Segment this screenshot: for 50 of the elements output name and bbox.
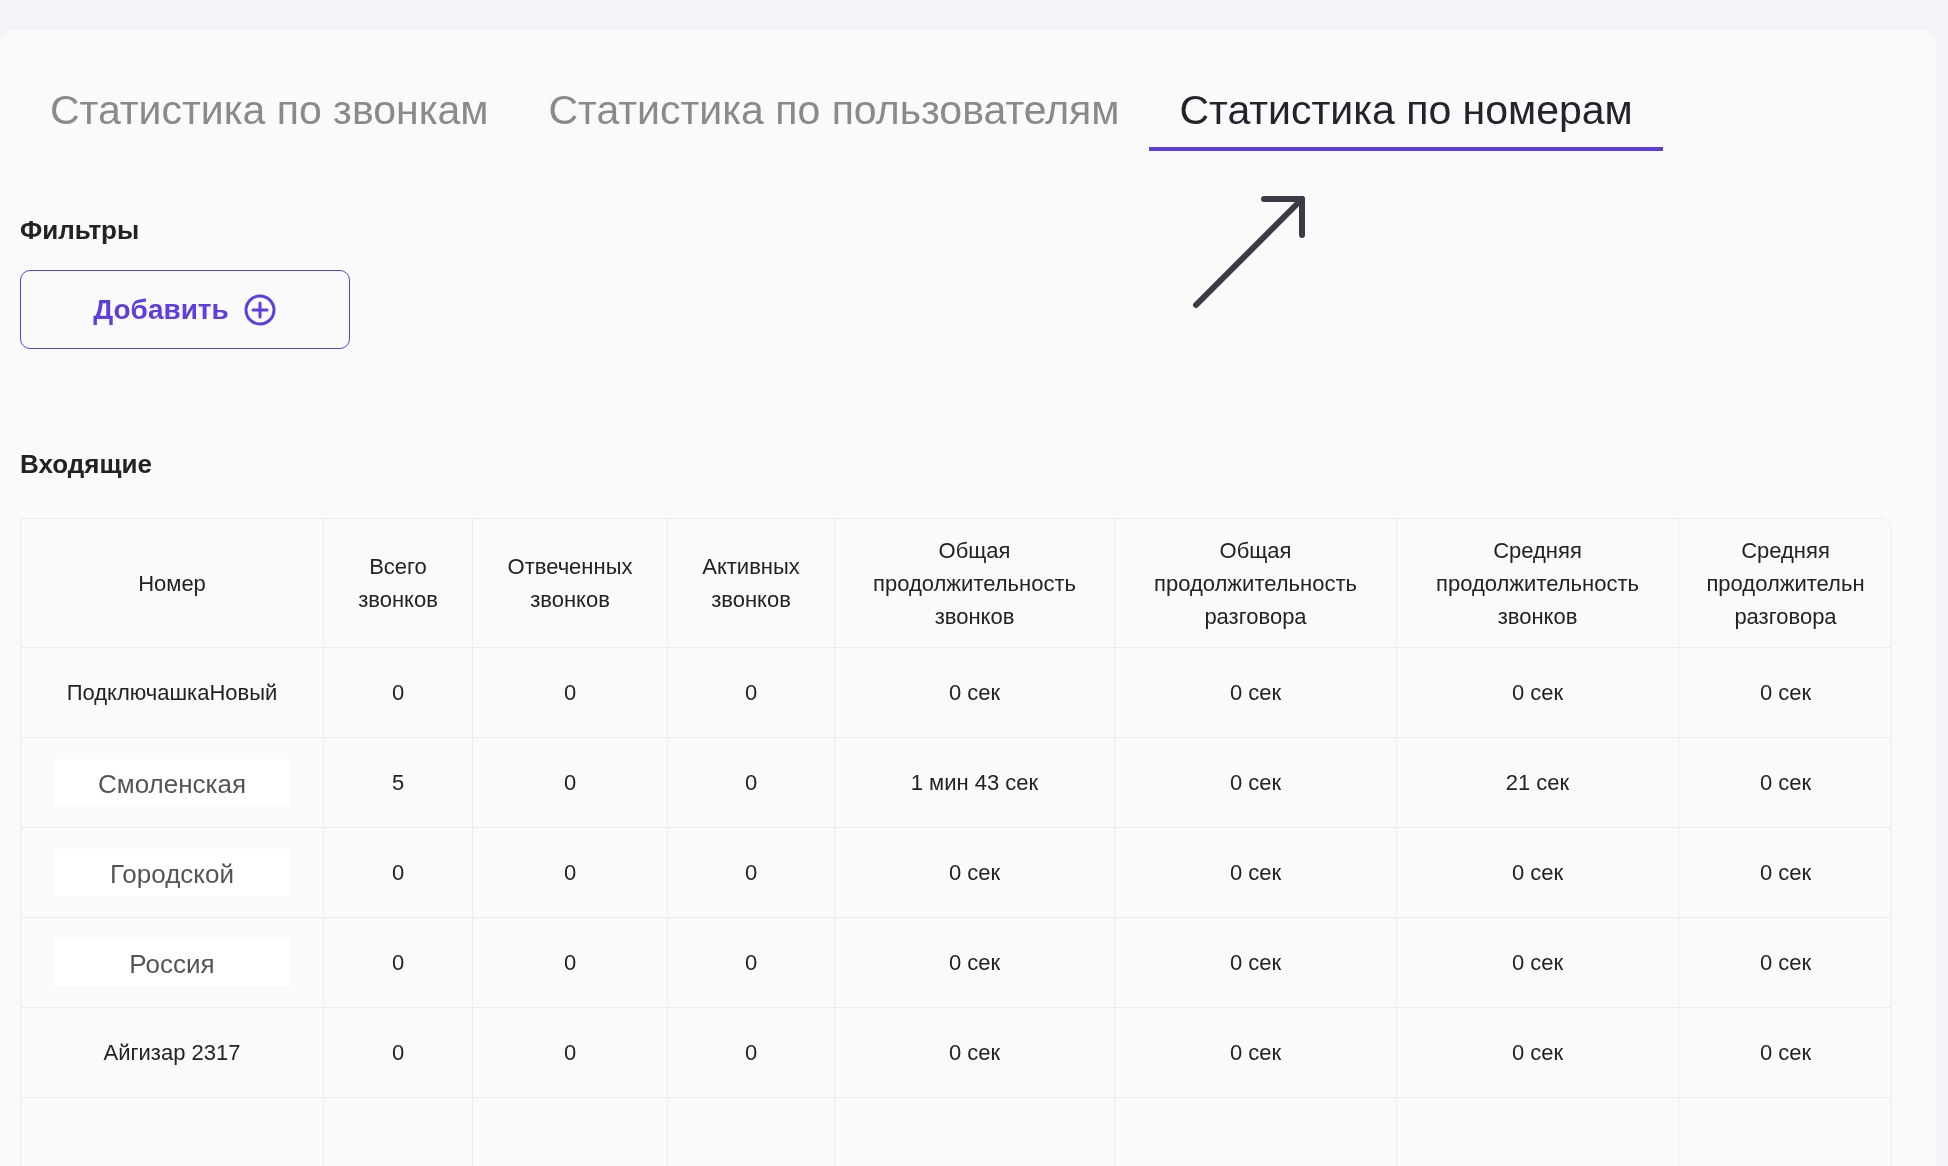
table-cell: 0 сек bbox=[1397, 648, 1679, 739]
plus-circle-icon bbox=[242, 292, 277, 327]
table-cell: Городской bbox=[54, 849, 290, 897]
table-cell: 0 bbox=[668, 738, 835, 829]
column-header: Средняя продолжительность звонков bbox=[1397, 519, 1679, 649]
table-cell: Айгизар 2317 bbox=[21, 1008, 324, 1099]
table-cell: 0 bbox=[473, 648, 668, 739]
table-cell: 1 мин 43 сек bbox=[835, 738, 1115, 829]
column-header: Активных звонков bbox=[668, 519, 835, 649]
column-header: Отвеченных звонков bbox=[473, 519, 668, 649]
table-cell: 5 bbox=[324, 738, 473, 829]
table-cell: 0 bbox=[324, 1008, 473, 1099]
table-cell: 0 bbox=[668, 918, 835, 1009]
table-cell: 0 сек bbox=[835, 1008, 1115, 1099]
table-cell: 0 bbox=[668, 648, 835, 739]
table-cell: 21 сек bbox=[1397, 738, 1679, 829]
table-cell: 0 bbox=[473, 918, 668, 1009]
column-header: Всего звонков bbox=[324, 519, 473, 649]
table-cell: 0 bbox=[668, 1008, 835, 1099]
section-title: Входящие bbox=[20, 449, 153, 481]
column-header: Средняя продолжительн разговора bbox=[1679, 519, 1891, 649]
table-cell: ПодключашкаНовый bbox=[21, 648, 324, 739]
table-cell: 0 bbox=[473, 1008, 668, 1099]
table-cell: 0 bbox=[473, 738, 668, 829]
table-cell: 0 сек bbox=[1397, 918, 1679, 1009]
column-header: Общая продолжительность разговора bbox=[1115, 519, 1397, 649]
table-cell: 0 bbox=[324, 828, 473, 919]
table-cell: 0 сек bbox=[1115, 918, 1397, 1009]
section-title: Фильтры bbox=[20, 214, 141, 247]
table-cell: 0 сек bbox=[1115, 828, 1397, 919]
tab[interactable]: Статистика по звонкам bbox=[20, 88, 519, 152]
table-cell: 0 сек bbox=[1397, 1008, 1679, 1099]
tab[interactable]: Статистика по номерам bbox=[1149, 88, 1663, 152]
table-cell: Смоленская bbox=[54, 759, 290, 807]
table-cell: 0 сек bbox=[835, 828, 1115, 919]
table-cell: 0 сек bbox=[1397, 828, 1679, 919]
column-header: Общая продолжительность звонков bbox=[835, 519, 1115, 649]
table-cell: 0 сек bbox=[835, 918, 1115, 1009]
table-cell: 0 bbox=[473, 828, 668, 919]
table-cell: 0 сек bbox=[1115, 648, 1397, 739]
table-cell: 0 bbox=[324, 648, 473, 739]
add-button[interactable]: Добавить bbox=[20, 270, 350, 350]
table-cell: 0 bbox=[324, 918, 473, 1009]
table-cell: 0 сек bbox=[1115, 738, 1397, 829]
column-header: Номер bbox=[21, 519, 324, 649]
table-cell: 0 bbox=[668, 828, 835, 919]
table-cell: Россия bbox=[54, 939, 290, 987]
table-cell: 0 сек bbox=[835, 648, 1115, 739]
tab[interactable]: Статистика по пользователям bbox=[518, 88, 1150, 152]
table-cell: 0 сек bbox=[1115, 1008, 1397, 1099]
